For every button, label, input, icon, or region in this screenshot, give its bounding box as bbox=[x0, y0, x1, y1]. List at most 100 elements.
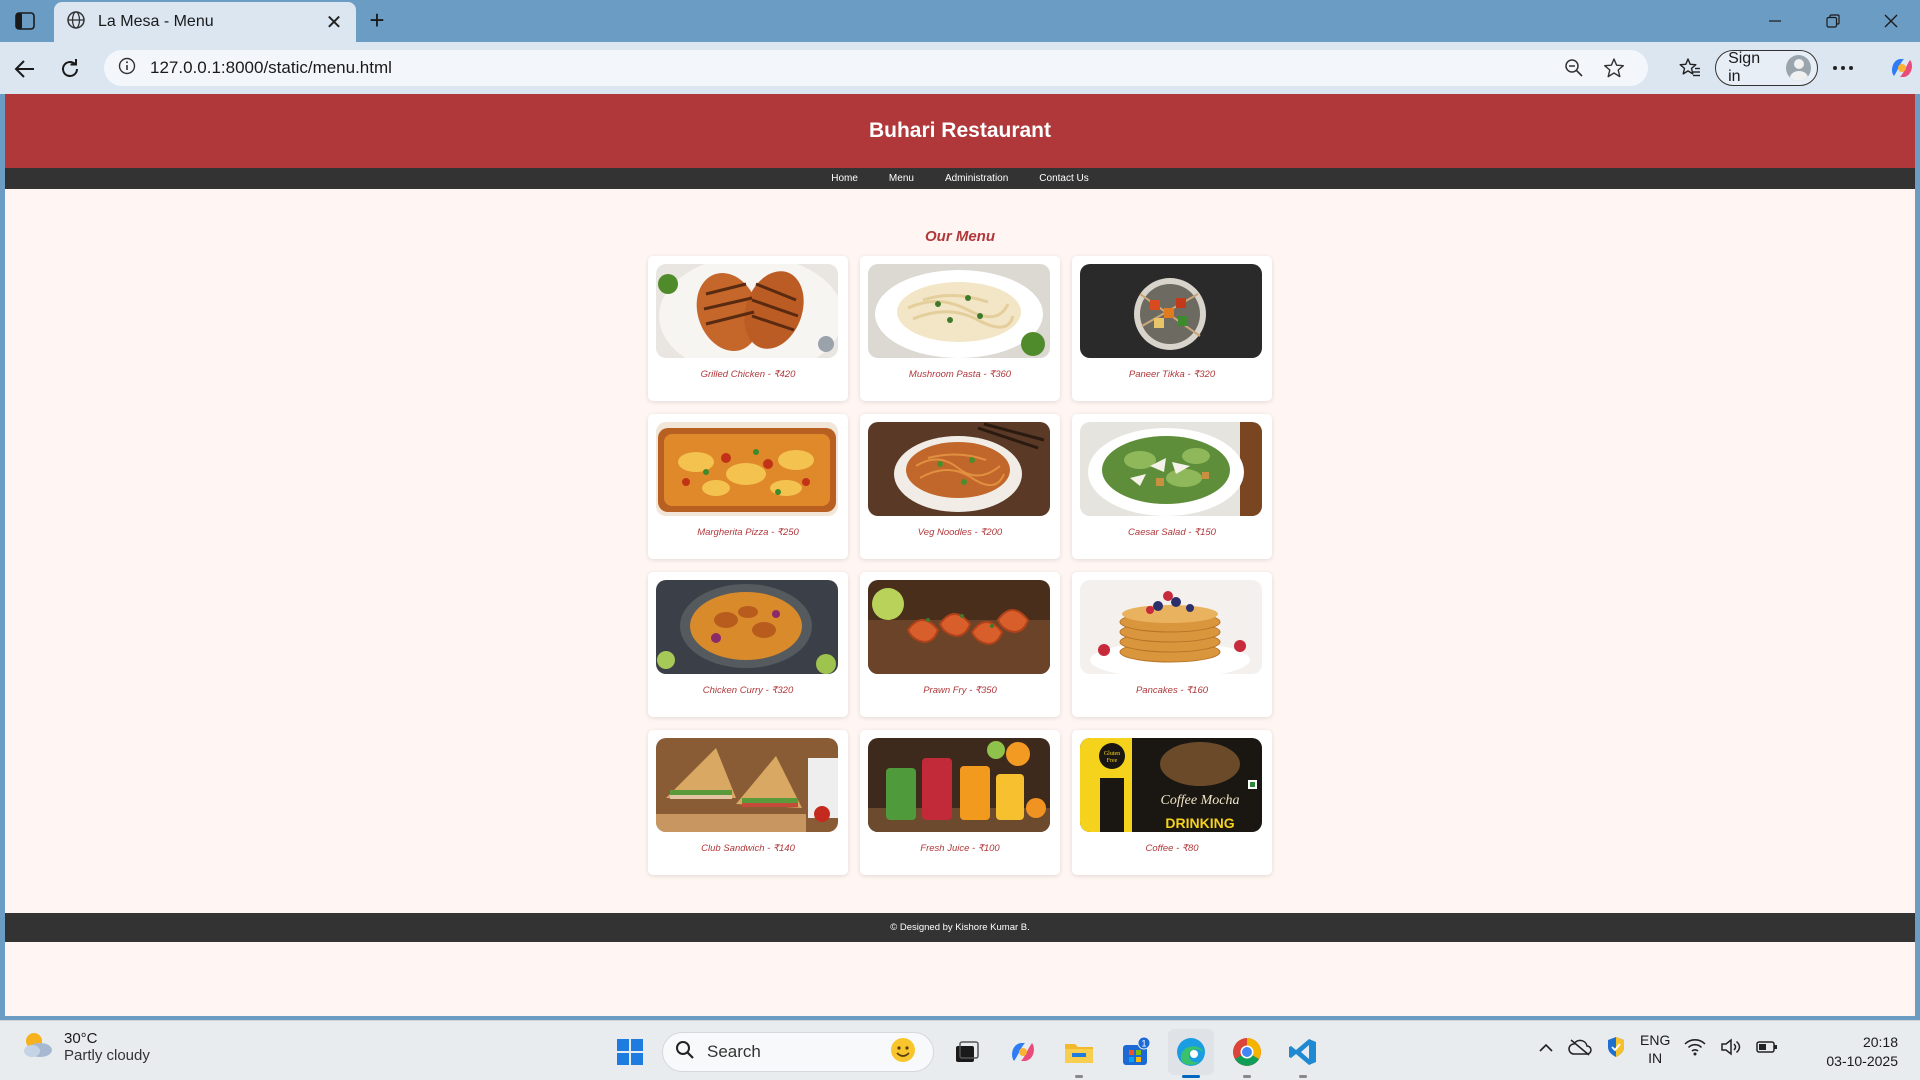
back-icon[interactable] bbox=[10, 54, 40, 84]
site-nav: Home Menu Administration Contact Us bbox=[5, 168, 1915, 189]
tab-title: La Mesa - Menu bbox=[98, 13, 214, 30]
coffee-image: Gluten Free Coffee Mocha DRINKING bbox=[1080, 738, 1262, 832]
menu-card[interactable]: Veg Noodles - ₹200 bbox=[860, 414, 1060, 559]
taskbar: 30°C Partly cloudy Search 1 ENG IN 20:18… bbox=[0, 1020, 1920, 1080]
taskbar-search[interactable]: Search bbox=[662, 1032, 934, 1072]
menu-grid: Grilled Chicken - ₹420 Mushroom Pasta - … bbox=[648, 256, 1272, 875]
menu-card[interactable]: Mushroom Pasta - ₹360 bbox=[860, 256, 1060, 401]
start-button[interactable] bbox=[608, 1030, 652, 1074]
chicken-curry-image bbox=[656, 580, 838, 674]
veg-noodles-image bbox=[868, 422, 1050, 516]
clock-date: 03-10-2025 bbox=[1826, 1053, 1898, 1069]
site-footer: © Designed by Kishore Kumar B. bbox=[5, 913, 1915, 942]
weather-widget[interactable]: 30°C Partly cloudy bbox=[20, 1029, 150, 1064]
menu-item-caption: Paneer Tikka - ₹320 bbox=[1128, 369, 1216, 380]
partly-cloudy-icon bbox=[20, 1029, 54, 1064]
restore-button[interactable] bbox=[1804, 0, 1862, 42]
onedrive-offline-icon[interactable] bbox=[1568, 1038, 1592, 1061]
task-view-icon[interactable] bbox=[944, 1029, 990, 1075]
prawn-fry-image bbox=[868, 580, 1050, 674]
wifi-icon[interactable] bbox=[1684, 1038, 1706, 1061]
address-bar[interactable]: 127.0.0.1:8000/static/menu.html bbox=[104, 50, 1648, 86]
menu-card[interactable]: Grilled Chicken - ₹420 bbox=[648, 256, 848, 401]
tab-la-mesa-menu[interactable]: La Mesa - Menu ✕ bbox=[54, 2, 356, 42]
menu-heading: Our Menu bbox=[925, 228, 995, 245]
menu-item-caption: Coffee - ₹80 bbox=[1145, 843, 1199, 854]
show-hidden-icons[interactable] bbox=[1538, 1040, 1554, 1058]
menu-item-caption: Prawn Fry - ₹350 bbox=[923, 685, 997, 696]
more-options-icon[interactable] bbox=[1826, 50, 1861, 86]
copilot-icon[interactable] bbox=[1885, 50, 1920, 86]
menu-item-caption: Mushroom Pasta - ₹360 bbox=[908, 369, 1012, 380]
gluten-free-badge-line2: Free bbox=[1107, 758, 1118, 764]
volume-icon[interactable] bbox=[1720, 1037, 1742, 1061]
close-window-button[interactable] bbox=[1862, 0, 1920, 42]
security-shield-icon[interactable] bbox=[1606, 1036, 1626, 1063]
vscode-icon[interactable] bbox=[1280, 1029, 1326, 1078]
zoom-out-icon[interactable] bbox=[1554, 53, 1594, 83]
smiley-icon bbox=[885, 1035, 921, 1070]
menu-item-caption: Grilled Chicken - ₹420 bbox=[700, 369, 796, 380]
menu-card[interactable]: Margherita Pizza - ₹250 bbox=[648, 414, 848, 559]
menu-card[interactable]: Caesar Salad - ₹150 bbox=[1072, 414, 1272, 559]
menu-item-caption: Margherita Pizza - ₹250 bbox=[697, 527, 799, 538]
globe-icon bbox=[66, 10, 86, 35]
menu-card[interactable]: Fresh Juice - ₹100 bbox=[860, 730, 1060, 875]
menu-card[interactable]: Gluten Free Coffee Mocha DRINKING Coffee - … bbox=[1072, 730, 1272, 875]
nav-contact-link[interactable]: Contact Us bbox=[1039, 173, 1088, 184]
menu-item-caption: Club Sandwich - ₹140 bbox=[701, 843, 795, 854]
menu-card[interactable]: Club Sandwich - ₹140 bbox=[648, 730, 848, 875]
menu-item-caption: Fresh Juice - ₹100 bbox=[920, 843, 1000, 854]
reload-icon[interactable] bbox=[55, 54, 85, 84]
weather-condition: Partly cloudy bbox=[64, 1046, 150, 1064]
file-explorer-icon[interactable] bbox=[1056, 1029, 1102, 1078]
menu-item-caption: Veg Noodles - ₹200 bbox=[917, 527, 1003, 538]
region-code: IN bbox=[1648, 1050, 1663, 1066]
menu-card[interactable]: Pancakes - ₹160 bbox=[1072, 572, 1272, 717]
chrome-icon[interactable] bbox=[1224, 1029, 1270, 1078]
new-tab-button[interactable]: + bbox=[362, 6, 392, 36]
tab-close-icon[interactable]: ✕ bbox=[324, 10, 344, 35]
copilot-app-icon[interactable] bbox=[1000, 1029, 1046, 1075]
language-indicator[interactable]: ENG IN bbox=[1640, 1031, 1670, 1067]
menu-card[interactable]: Prawn Fry - ₹350 bbox=[860, 572, 1060, 717]
site-header: Buhari Restaurant bbox=[5, 94, 1915, 168]
search-placeholder: Search bbox=[707, 1042, 761, 1061]
menu-card[interactable]: Chicken Curry - ₹320 bbox=[648, 572, 848, 717]
nav-administration-link[interactable]: Administration bbox=[945, 173, 1008, 184]
nav-home-link[interactable]: Home bbox=[831, 173, 858, 184]
margherita-pizza-image bbox=[656, 422, 838, 516]
battery-icon[interactable] bbox=[1756, 1040, 1778, 1059]
gluten-free-badge-line1: Gluten bbox=[1104, 751, 1120, 757]
paneer-tikka-image bbox=[1080, 264, 1262, 358]
nav-menu-link[interactable]: Menu bbox=[889, 173, 914, 184]
clock-time: 20:18 bbox=[1862, 1034, 1898, 1050]
mushroom-pasta-image bbox=[868, 264, 1050, 358]
page-viewport: Buhari Restaurant Home Menu Administrati… bbox=[5, 94, 1915, 1016]
microsoft-store-icon[interactable]: 1 bbox=[1112, 1029, 1158, 1075]
language-code: ENG bbox=[1640, 1032, 1671, 1048]
system-clock[interactable]: 20:18 03-10-2025 bbox=[1826, 1033, 1898, 1071]
caesar-salad-image bbox=[1080, 422, 1262, 516]
favorites-icon[interactable] bbox=[1672, 50, 1707, 86]
menu-item-caption: Pancakes - ₹160 bbox=[1135, 685, 1209, 696]
club-sandwich-image bbox=[656, 738, 838, 832]
footer-credit: © Designed by Kishore Kumar B. bbox=[890, 922, 1030, 933]
site-info-icon[interactable] bbox=[118, 57, 136, 80]
favorite-star-icon[interactable] bbox=[1594, 53, 1634, 83]
grilled-chicken-image bbox=[656, 264, 838, 358]
fresh-juice-image bbox=[868, 738, 1050, 832]
url-text[interactable]: 127.0.0.1:8000/static/menu.html bbox=[150, 58, 1554, 78]
menu-item-caption: Chicken Curry - ₹320 bbox=[702, 685, 794, 696]
coffee-mocha-label: Coffee Mocha bbox=[1161, 793, 1240, 808]
sign-in-button[interactable]: Sign in bbox=[1715, 50, 1818, 86]
store-badge-count: 1 bbox=[1141, 1039, 1146, 1049]
menu-card[interactable]: Paneer Tikka - ₹320 bbox=[1072, 256, 1272, 401]
minimize-button[interactable] bbox=[1746, 0, 1804, 42]
edge-browser-icon[interactable] bbox=[1168, 1029, 1214, 1078]
pancakes-image bbox=[1080, 580, 1262, 674]
tab-actions-icon[interactable] bbox=[10, 8, 40, 34]
site-title: Buhari Restaurant bbox=[868, 119, 1052, 142]
sign-in-label: Sign in bbox=[1728, 50, 1761, 85]
search-icon bbox=[675, 1040, 695, 1065]
